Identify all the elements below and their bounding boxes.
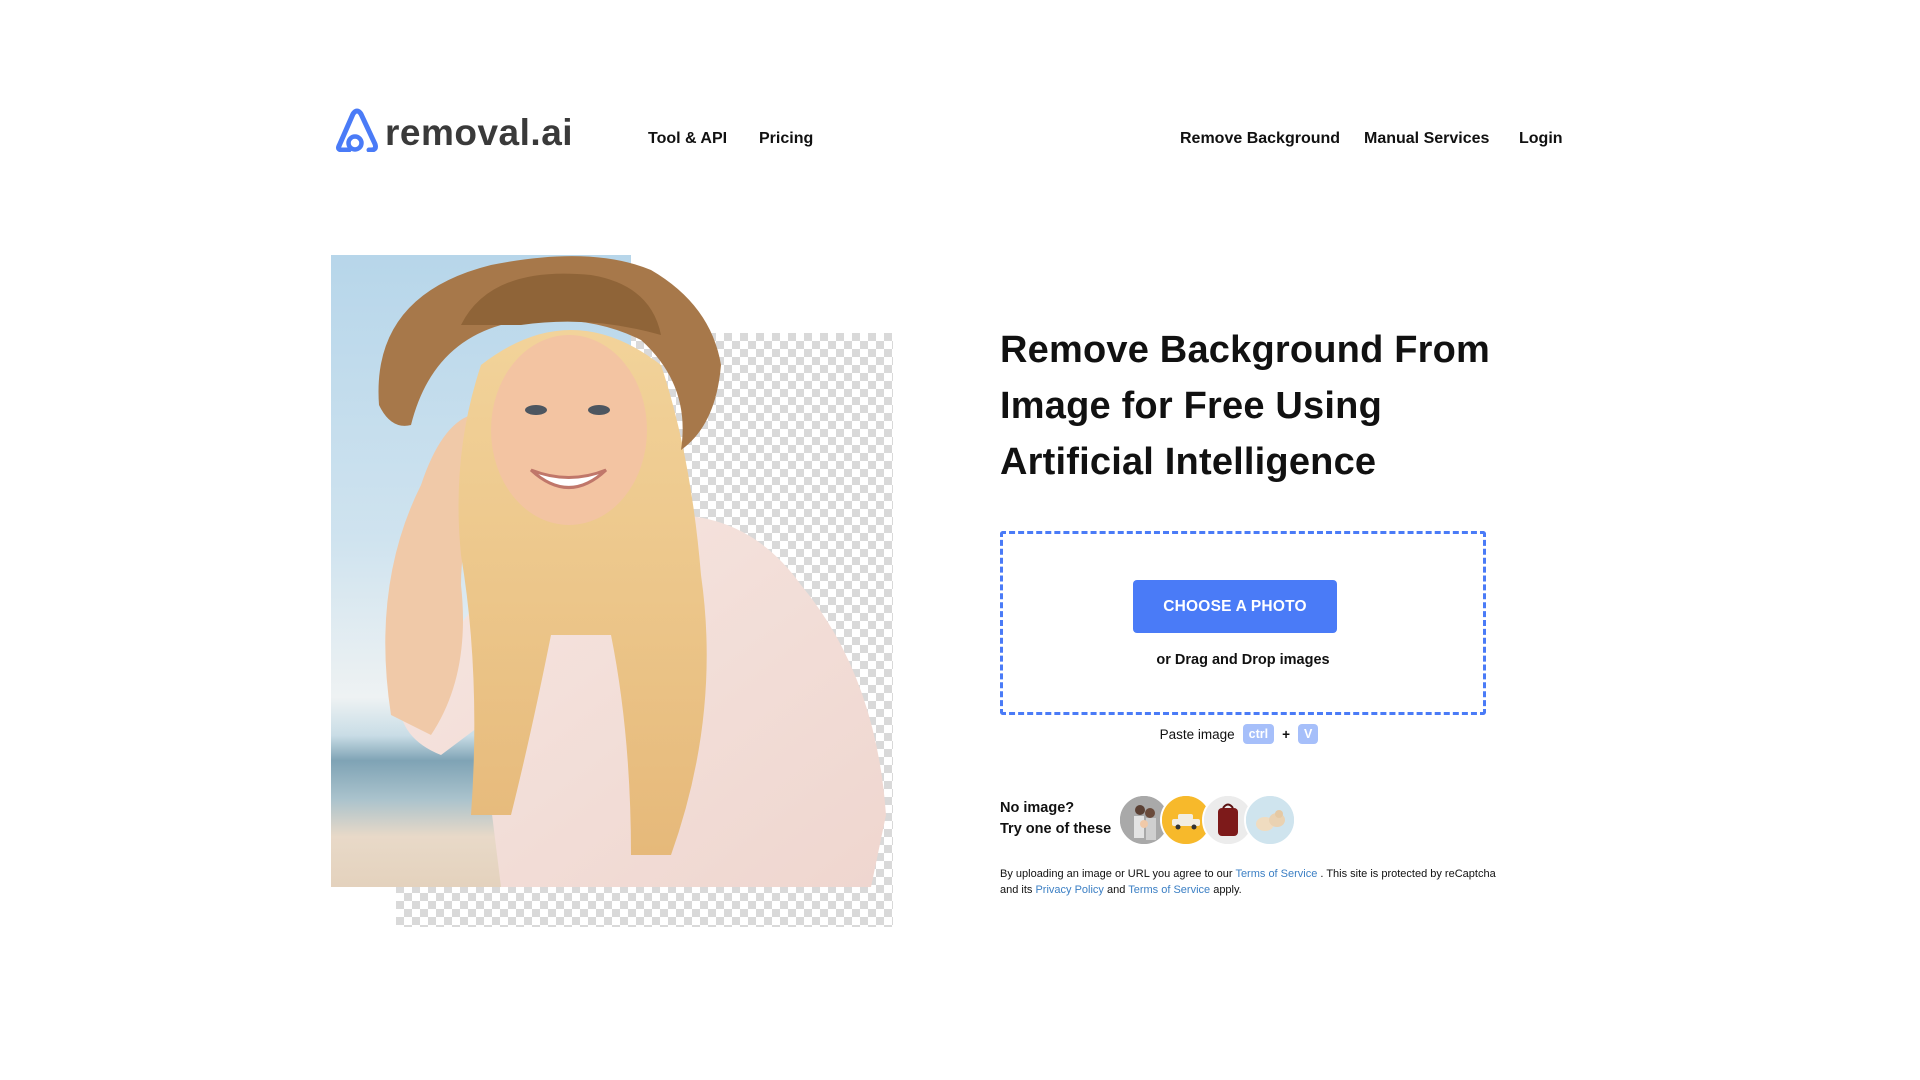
nav-login[interactable]: Login: [1519, 130, 1563, 148]
dogs-photo-icon: [1246, 796, 1294, 844]
title-line-3: Artificial Intelligence: [1000, 441, 1377, 483]
plus-sign: +: [1282, 726, 1291, 742]
nav-tool-api[interactable]: Tool & API: [648, 130, 727, 148]
sample-prompt-line-1: No image?: [1000, 800, 1075, 816]
logo-text: removal.ai: [385, 111, 574, 153]
page-title: Remove Background From Image for Free Us…: [1000, 322, 1520, 490]
hero-person-image: [378, 256, 886, 887]
legal-notice: By uploading an image or URL you agree t…: [1000, 866, 1500, 898]
paste-label: Paste image: [1159, 726, 1235, 742]
recaptcha-terms-link[interactable]: Terms of Service: [1128, 884, 1210, 896]
nav-pricing[interactable]: Pricing: [759, 130, 813, 148]
nav-manual-services[interactable]: Manual Services: [1364, 130, 1489, 148]
terms-of-service-link[interactable]: Terms of Service: [1235, 868, 1317, 880]
drag-drop-hint: or Drag and Drop images: [1156, 652, 1330, 668]
sample-image-dogs[interactable]: [1244, 794, 1296, 846]
paste-hint: Paste image ctrl + V: [1000, 724, 1486, 744]
sample-prompt: No image? Try one of these: [1000, 798, 1111, 840]
title-line-2: Image for Free Using: [1000, 385, 1382, 427]
ctrl-key-badge: ctrl: [1242, 724, 1275, 744]
legal-text-3: and: [1103, 884, 1129, 896]
logo-icon: [336, 108, 378, 152]
legal-text-1: By uploading an image or URL you agree t…: [1000, 868, 1236, 880]
logo[interactable]: removal.ai: [333, 104, 573, 154]
v-key-badge: V: [1298, 724, 1319, 744]
title-line-1: Remove Background From: [1000, 329, 1491, 371]
privacy-policy-link[interactable]: Privacy Policy: [1035, 884, 1103, 896]
sample-prompt-line-2: Try one of these: [1000, 821, 1112, 837]
nav-remove-background[interactable]: Remove Background: [1180, 130, 1340, 148]
legal-text-4: apply.: [1210, 884, 1242, 896]
choose-photo-button[interactable]: CHOOSE A PHOTO: [1133, 580, 1337, 633]
